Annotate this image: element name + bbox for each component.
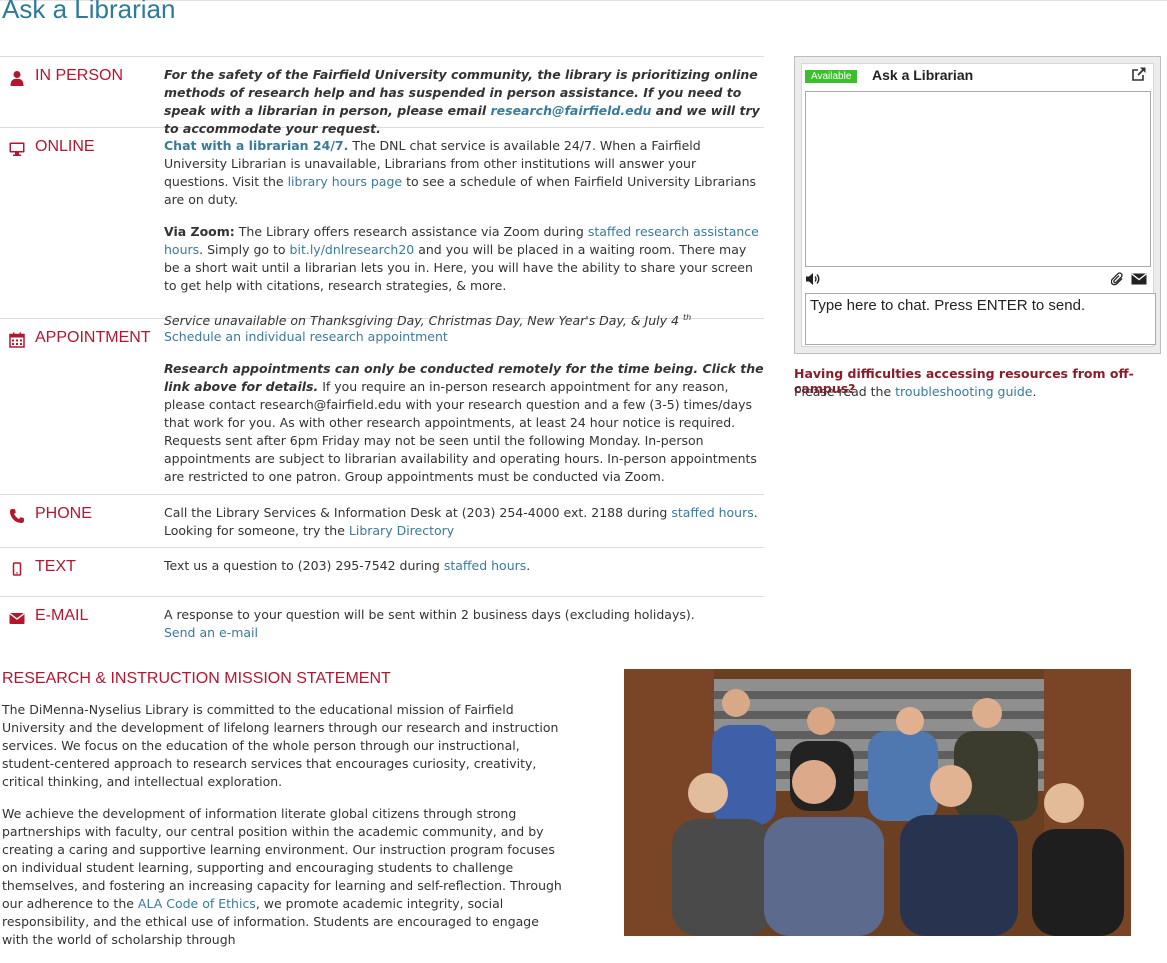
offcampus-text-b: . [1032,384,1037,399]
label-in-person: IN PERSON [0,57,164,127]
mission-text: The DiMenna-Nyselius Library is committe… [2,701,568,963]
research-email-link[interactable]: research@fairfield.edu [491,103,652,118]
text-message-text: Text us a question to (203) 295-7542 dur… [164,548,764,596]
row-appointment: APPOINTMENT Schedule an individual resea… [0,319,764,495]
row-in-person: IN PERSON For the safety of the Fairfiel… [0,57,764,136]
phone-staffed-hours-link[interactable]: staffed hours [671,505,753,520]
chat-title: Ask a Librarian [872,67,974,83]
text-staffed-hours-link[interactable]: staffed hours [444,558,526,573]
library-hours-link[interactable]: library hours page [288,174,403,189]
offcampus-text: Please read the troubleshooting guide. [794,384,1036,399]
zoom-url-link[interactable]: bit.ly/dnlresearch20 [290,242,415,257]
chat-librarian-link[interactable]: Chat with a librarian 24/7. [164,138,348,153]
label-text-text: TEXT [35,558,76,575]
phone-text-a: Call the Library Services & Information … [164,505,672,520]
appointment-text: Schedule an individual research appointm… [164,319,764,494]
label-email-text: E-MAIL [35,607,89,624]
label-phone: PHONE [0,495,164,547]
zoom-label: Via Zoom: [164,224,235,239]
text-msg-text-b: . [526,558,531,573]
appointment-body-text: If you require an in-person research app… [164,379,757,484]
online-text: Chat with a librarian 24/7. The DNL chat… [164,128,764,328]
label-online: ONLINE [0,128,164,318]
chat-transcript[interactable] [805,91,1151,267]
ala-code-link[interactable]: ALA Code of Ethics [138,896,256,911]
troubleshooting-guide-link[interactable]: troubleshooting guide [895,384,1032,399]
schedule-appointment-link[interactable]: Schedule an individual research appointm… [164,329,448,344]
label-appointment-text: APPOINTMENT [35,329,151,346]
row-email: E-MAIL A response to your question will … [0,597,764,649]
user-icon [9,70,25,86]
paperclip-icon[interactable] [1110,272,1124,286]
phone-text: Call the Library Services & Information … [164,495,764,547]
mission-paragraph-1: The DiMenna-Nyselius Library is committe… [2,702,559,789]
status-badge: Available [805,70,858,83]
chat-input[interactable] [805,293,1156,345]
send-email-link[interactable]: Send an e-mail [164,625,258,640]
phone-text-b: . [753,505,758,520]
in-person-text: For the safety of the Fairfield Universi… [164,57,764,136]
row-text: TEXT Text us a question to (203) 295-754… [0,548,764,597]
label-online-text: ONLINE [35,138,95,155]
calendar-icon [9,332,25,348]
phone-icon [9,508,25,524]
email-text: A response to your question will be sent… [164,597,764,649]
popout-icon[interactable] [1131,66,1147,82]
row-phone: PHONE Call the Library Services & Inform… [0,495,764,548]
phone-text-c: Looking for someone, try the [164,523,349,538]
label-phone-text: PHONE [35,505,92,522]
offcampus-text-a: Please read the [794,384,896,399]
chat-widget: Available Ask a Librarian [794,56,1161,354]
library-directory-link[interactable]: Library Directory [349,523,454,538]
envelope-icon [9,610,25,626]
monitor-icon [9,141,25,157]
staff-photo [624,669,1131,936]
text-msg-text-a: Text us a question to (203) 295-7542 dur… [164,558,444,573]
mission-paragraph-2: We achieve the development of informatio… [2,805,568,949]
page-title: Ask a Librarian [2,0,176,24]
label-email: E-MAIL [0,597,164,649]
zoom-text-a: The Library offers research assistance v… [234,224,588,239]
label-text: TEXT [0,548,164,596]
sound-icon[interactable] [805,272,821,286]
services-table: IN PERSON For the safety of the Fairfiel… [0,56,764,649]
mission-title: RESEARCH & INSTRUCTION MISSION STATEMENT [2,670,391,687]
label-appointment: APPOINTMENT [0,319,164,494]
mobile-icon [9,561,25,577]
label-in-person-text: IN PERSON [35,67,124,84]
row-online: ONLINE Chat with a librarian 24/7. The D… [0,128,764,328]
email-response-text: A response to your question will be sent… [164,607,695,622]
zoom-text-b: . Simply go to [199,242,290,257]
chat-widget-inner: Available Ask a Librarian [801,63,1156,347]
mail-icon[interactable] [1131,273,1147,285]
